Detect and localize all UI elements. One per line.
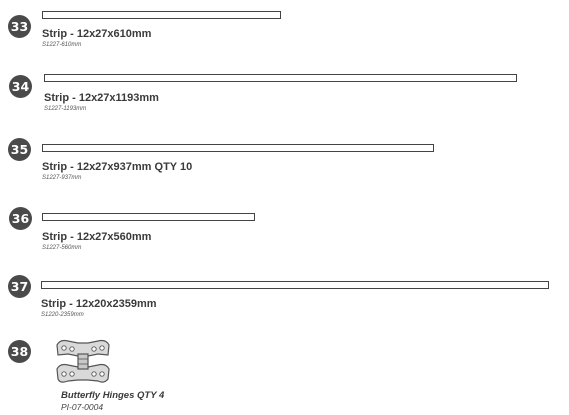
item-number-badge: 38	[8, 340, 31, 363]
item-number-badge: 34	[9, 75, 32, 98]
part-name: Strip - 12x20x2359mm	[41, 298, 157, 310]
strip-bar-drawing	[44, 74, 517, 82]
item-number-badge: 37	[8, 275, 31, 298]
strip-bar-drawing	[42, 144, 434, 152]
part-code: PI-07-0004	[61, 402, 104, 412]
part-code: S1227-560mm	[42, 245, 82, 251]
item-number-badge: 35	[8, 138, 31, 161]
part-code: S1227-610mm	[42, 42, 82, 48]
part-name: Strip - 12x27x610mm	[42, 28, 152, 40]
item-number-badge: 36	[9, 207, 32, 230]
part-name: Strip - 12x27x937mm QTY 10	[42, 161, 193, 173]
strip-bar-drawing	[41, 281, 549, 289]
item-number-badge: 33	[8, 15, 31, 38]
part-name: Strip - 12x27x1193mm	[44, 92, 159, 104]
strip-bar-drawing	[42, 11, 281, 19]
butterfly-hinge-icon	[56, 339, 110, 383]
part-code: S1220-2359mm	[41, 312, 84, 318]
part-code: S1227-1193mm	[44, 106, 87, 112]
part-code: S1227-937mm	[42, 175, 82, 181]
strip-bar-drawing	[42, 213, 255, 221]
part-name: Butterfly Hinges QTY 4	[61, 390, 165, 401]
part-name: Strip - 12x27x560mm	[42, 231, 152, 243]
